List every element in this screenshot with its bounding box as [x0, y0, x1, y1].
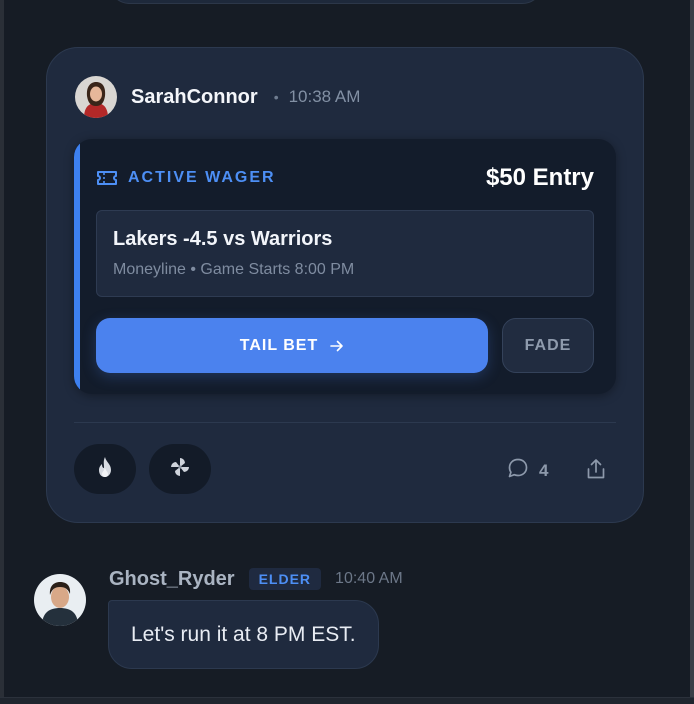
- reply-timestamp: 10:40 AM: [335, 570, 403, 587]
- fade-button[interactable]: FADE: [502, 318, 594, 373]
- post-header: SarahConnor • 10:38 AM: [75, 76, 360, 118]
- bottom-edge: [0, 697, 694, 704]
- wager-card: ACTIVE WAGER $50 Entry Lakers -4.5 vs Wa…: [74, 139, 616, 394]
- avatar[interactable]: [75, 76, 117, 118]
- reply-avatar[interactable]: [34, 574, 86, 626]
- chat-viewport: SarahConnor • 10:38 AM ACTIVE WAGER $50 …: [0, 0, 694, 704]
- scrollbar-track[interactable]: [690, 0, 694, 704]
- post-timestamp: 10:38 AM: [288, 87, 361, 106]
- bet-title: Lakers -4.5 vs Warriors: [113, 228, 333, 250]
- bet-subtitle: Moneyline • Game Starts 8:00 PM: [113, 261, 355, 278]
- arrow-right-icon: [330, 340, 344, 352]
- message-bubble: Let's run it at 8 PM EST.: [108, 600, 379, 669]
- ticket-icon: [96, 168, 118, 188]
- tail-bet-button[interactable]: TAIL BET: [96, 318, 488, 373]
- comments-button[interactable]: 4: [507, 457, 548, 484]
- reply-header: Ghost_Ryder ELDER 10:40 AM: [109, 566, 403, 592]
- bet-details: Lakers -4.5 vs Warriors Moneyline • Game…: [96, 210, 594, 297]
- divider: [74, 422, 616, 423]
- share-icon[interactable]: [585, 457, 607, 486]
- reply-username[interactable]: Ghost_Ryder: [109, 568, 235, 591]
- post-username[interactable]: SarahConnor: [131, 86, 258, 109]
- fire-icon: [96, 456, 114, 483]
- wager-header: ACTIVE WAGER $50 Entry: [96, 163, 594, 193]
- role-badge: ELDER: [248, 568, 322, 590]
- message-text: Let's run it at 8 PM EST.: [131, 622, 356, 646]
- post-card: SarahConnor • 10:38 AM ACTIVE WAGER $50 …: [46, 47, 644, 523]
- wager-status-tag: ACTIVE WAGER: [128, 169, 276, 186]
- header-separator: •: [273, 89, 279, 105]
- wager-entry-amount: $50 Entry: [485, 164, 594, 191]
- left-edge: [0, 0, 4, 704]
- reaction-fire[interactable]: [74, 444, 136, 494]
- tail-bet-label: TAIL BET: [239, 336, 319, 354]
- comment-icon: [507, 457, 529, 484]
- comment-count: 4: [539, 460, 549, 480]
- wager-accent-stripe: [74, 139, 80, 394]
- reaction-pinwheel[interactable]: [149, 444, 211, 494]
- pinwheel-icon: [168, 455, 192, 484]
- previous-message-card: [108, 0, 544, 4]
